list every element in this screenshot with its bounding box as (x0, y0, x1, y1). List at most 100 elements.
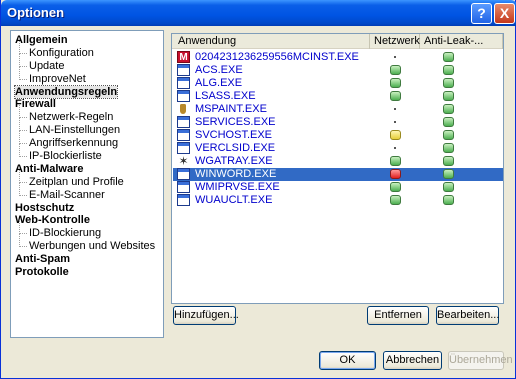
tree-item-label: Werbungen und Websites (29, 240, 156, 253)
window-icon (177, 168, 190, 180)
tree-item-label: IP-Blockierliste (29, 150, 102, 163)
cancel-button[interactable]: Abbrechen (383, 351, 442, 370)
tree-item-label: Update (29, 59, 65, 72)
window-icon (177, 77, 190, 89)
tree-item-protokolle[interactable]: Protokolle (11, 266, 163, 279)
tree-item-label: E-Mail-Scanner (29, 188, 105, 201)
title-bar[interactable]: Optionen ? X (1, 0, 516, 26)
tree-item-anti-spam[interactable]: Anti-Spam (11, 253, 163, 266)
tree-item-angriffserkennung[interactable]: Angriffserkennung (11, 131, 163, 150)
window-title: Optionen (7, 5, 65, 20)
network-green-status-icon[interactable] (390, 156, 401, 166)
network-green-status-icon[interactable] (390, 78, 401, 88)
tree-item-zeitplan-und-profile[interactable]: Zeitplan und Profile (11, 169, 163, 189)
add-button[interactable]: Hinzufügen... (173, 306, 239, 325)
network-green-status-icon[interactable] (390, 195, 401, 205)
list-row[interactable]: ✶ WGATRAY.EXE (173, 155, 503, 168)
tree-item-update[interactable]: Update (11, 53, 163, 73)
tree-item-firewall[interactable]: Firewall (11, 98, 163, 111)
application-name: WUAUCLT.EXE (195, 194, 273, 206)
list-row[interactable]: ALG.EXE (173, 77, 503, 90)
tree-item-label: Netzwerk-Regeln (29, 111, 114, 124)
application-name: ACS.EXE (195, 64, 243, 76)
tree-item-improvenet[interactable]: ImproveNet (11, 66, 163, 86)
anti-leak-green-status-icon[interactable] (443, 156, 454, 166)
window-icon (177, 142, 190, 154)
anti-leak-green-status-icon[interactable] (443, 104, 454, 114)
tree-item-ip-blockierliste[interactable]: IP-Blockierliste (11, 144, 163, 163)
tree-item-id-blockierung[interactable]: ID-Blockierung (11, 221, 163, 240)
anti-leak-green-status-icon[interactable] (443, 195, 454, 205)
network-green-status-icon[interactable] (390, 65, 401, 75)
tree-item-netzwerk-regeln[interactable]: Netzwerk-Regeln (11, 105, 163, 124)
network-green-status-icon[interactable] (390, 91, 401, 101)
list-row[interactable]: MSPAINT.EXE (173, 103, 503, 116)
tree-item-allgemein[interactable]: Allgemein (11, 34, 163, 47)
tree-item-konfiguration[interactable]: Konfiguration (11, 40, 163, 60)
list-row[interactable]: VERCLSID.EXE (173, 142, 503, 155)
anti-leak-green-status-icon[interactable] (443, 169, 454, 179)
window-icon (177, 90, 190, 102)
options-window: Optionen ? X Allgemein Konfiguration Updat… (0, 0, 516, 379)
application-name: VERCLSID.EXE (195, 142, 276, 154)
list-row[interactable]: SERVICES.EXE (173, 116, 503, 129)
tree-item-label: Hostschutz (15, 201, 75, 214)
network-red-status-icon[interactable] (390, 169, 401, 179)
ok-button[interactable]: OK (319, 351, 376, 370)
tree-item-hostschutz[interactable]: Hostschutz (11, 202, 163, 215)
tree-item-lan-einstellungen[interactable]: LAN-Einstellungen (11, 118, 163, 137)
tree-item-label: Firewall (15, 98, 56, 111)
network-green-status-icon[interactable] (390, 182, 401, 192)
anti-leak-green-status-icon[interactable] (443, 182, 454, 192)
list-row[interactable]: SVCHOST.EXE (173, 129, 503, 142)
application-name: WINWORD.EXE (195, 168, 277, 180)
column-header-network[interactable]: Netzwerk (370, 34, 420, 49)
list-row[interactable]: ACS.EXE (173, 64, 503, 77)
tree-item-label: Zeitplan und Profile (29, 175, 124, 188)
remove-button[interactable]: Entfernen (367, 306, 429, 325)
application-name: SVCHOST.EXE (195, 129, 273, 141)
tree-item-anti-malware[interactable]: Anti-Malware (11, 163, 163, 176)
anti-leak-green-status-icon[interactable] (443, 130, 454, 140)
anti-leak-green-status-icon[interactable] (443, 117, 454, 127)
close-button[interactable]: X (494, 3, 515, 24)
anti-leak-green-status-icon[interactable] (443, 91, 454, 101)
m-icon: M (177, 51, 190, 63)
list-row[interactable]: WMIPRVSE.EXE (173, 181, 503, 194)
column-header-application[interactable]: Anwendung (172, 34, 370, 49)
tree-item-anwendungsregeln[interactable]: Anwendungsregeln (11, 84, 163, 99)
anti-leak-green-status-icon[interactable] (443, 143, 454, 153)
tree-item-label: Protokolle (15, 266, 69, 279)
list-row[interactable]: M 0204231236259556MCINST.EXE (173, 51, 503, 64)
tree-item-label: Anti-Spam (15, 253, 70, 266)
application-rules-list[interactable]: Anwendung Netzwerk Anti-Leak-... M 020423… (171, 33, 504, 304)
settings-tree[interactable]: Allgemein Konfiguration Update ImproveNet An… (10, 30, 164, 338)
apply-button[interactable]: Übernehmen (448, 351, 513, 370)
edit-button[interactable]: Bearbeiten... (436, 306, 499, 325)
list-row[interactable]: WUAUCLT.EXE (173, 194, 503, 207)
list-header: Anwendung Netzwerk Anti-Leak-... (172, 34, 503, 49)
window-icon (177, 194, 190, 206)
anti-leak-green-status-icon[interactable] (443, 65, 454, 75)
column-header-anti-leak[interactable]: Anti-Leak-... (420, 34, 503, 49)
application-name: SERVICES.EXE (195, 116, 276, 128)
network-not-set-icon[interactable] (394, 121, 396, 123)
tree-item-web-kontrolle[interactable]: Web-Kontrolle (11, 214, 163, 227)
network-not-set-icon[interactable] (394, 56, 396, 58)
window-icon (177, 64, 190, 76)
tree-item-label: ImproveNet (29, 72, 86, 85)
anti-leak-green-status-icon[interactable] (443, 78, 454, 88)
tree-item-label: Anwendungsregeln (13, 84, 119, 99)
anti-leak-green-status-icon[interactable] (443, 52, 454, 62)
application-name: WGATRAY.EXE (195, 155, 273, 167)
network-yellow-status-icon[interactable] (390, 130, 401, 140)
tree-item-label: ID-Blockierung (29, 227, 102, 240)
tree-item-label: Angriffserkennung (29, 137, 119, 150)
network-not-set-icon[interactable] (394, 108, 396, 110)
network-not-set-icon[interactable] (394, 147, 396, 149)
help-button[interactable]: ? (471, 3, 492, 24)
list-row[interactable]: LSASS.EXE (173, 90, 503, 103)
tree-item-e-mail-scanner[interactable]: E-Mail-Scanner (11, 182, 163, 202)
list-row[interactable]: WINWORD.EXE (173, 168, 503, 181)
tree-item-werbungen-und-websites[interactable]: Werbungen und Websites (11, 234, 163, 253)
